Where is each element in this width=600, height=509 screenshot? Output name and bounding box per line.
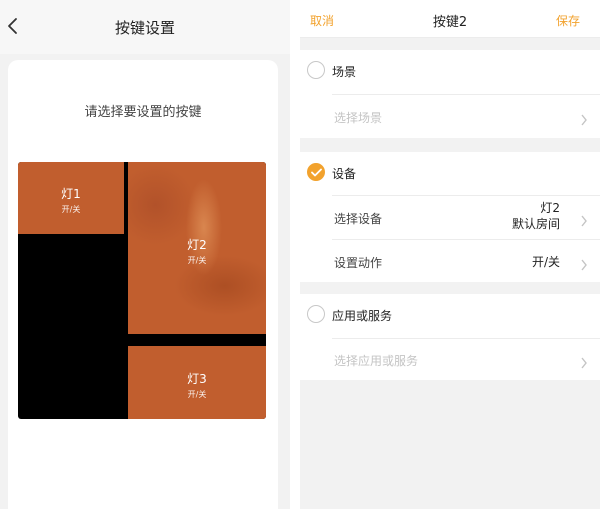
key-action: 开/关 <box>187 390 207 399</box>
key-2-button[interactable]: 灯2 开/关 <box>128 162 266 334</box>
app-service-section: 应用或服务 选择应用或服务 <box>300 294 600 380</box>
action-value: 开/关 <box>531 255 560 269</box>
set-action-row[interactable]: 设置动作 开/关 <box>332 239 600 282</box>
key-action: 开/关 <box>61 205 81 214</box>
device-radio-checked[interactable] <box>307 163 325 181</box>
select-app-row[interactable]: 选择应用或服务 <box>332 338 600 380</box>
select-key-prompt: 请选择要设置的按键 <box>84 105 202 120</box>
save-button[interactable]: 保存 <box>556 12 580 29</box>
key-1-button[interactable]: 灯1 开/关 <box>18 162 124 234</box>
scene-section: 场景 选择场景 <box>300 50 600 138</box>
device-option[interactable]: 设备 <box>300 152 600 196</box>
selected-device: 灯2 默认房间 <box>512 200 560 232</box>
page-title: 按键设置 <box>114 19 175 37</box>
key-action: 开/关 <box>187 256 207 265</box>
app-service-option[interactable]: 应用或服务 <box>300 294 600 338</box>
select-scene-row[interactable]: 选择场景 <box>332 94 600 138</box>
scene-option[interactable]: 场景 <box>300 50 600 94</box>
chevron-right-icon <box>580 212 588 227</box>
key-name: 灯1 <box>61 187 81 201</box>
key-2-config-screen: 取消 按键2 保存 场景 选择场景 设备 选择设备 灯2 默认房间 设置动作 开… <box>300 0 600 509</box>
scene-radio[interactable] <box>307 61 325 79</box>
select-device-row[interactable]: 选择设备 灯2 默认房间 <box>332 195 600 239</box>
right-header: 取消 按键2 保存 <box>300 0 600 38</box>
app-service-title: 应用或服务 <box>332 309 393 323</box>
device-section: 设备 选择设备 灯2 默认房间 设置动作 开/关 <box>300 152 600 282</box>
select-scene-label: 选择场景 <box>334 111 383 125</box>
key-3-button[interactable]: 灯3 开/关 <box>128 346 266 419</box>
left-header: 按键设置 <box>0 0 290 54</box>
chevron-right-icon <box>580 354 588 369</box>
select-device-label: 选择设备 <box>334 212 383 226</box>
switch-panel: 灯1 开/关 灯2 开/关 灯3 开/关 <box>18 162 266 419</box>
device-title: 设备 <box>332 167 357 181</box>
key-name: 灯2 <box>187 238 207 252</box>
key-settings-screen: 按键设置 请选择要设置的按键 灯1 开/关 灯2 开/关 灯3 开/关 <box>0 0 290 509</box>
chevron-right-icon <box>580 256 588 271</box>
app-service-radio[interactable] <box>307 305 325 323</box>
scene-title: 场景 <box>332 65 357 79</box>
key-name: 灯3 <box>187 372 207 386</box>
set-action-label: 设置动作 <box>334 256 383 270</box>
device-name: 灯2 <box>540 201 560 215</box>
select-app-label: 选择应用或服务 <box>334 354 419 368</box>
device-room: 默认房间 <box>511 217 560 231</box>
chevron-right-icon <box>580 111 588 126</box>
